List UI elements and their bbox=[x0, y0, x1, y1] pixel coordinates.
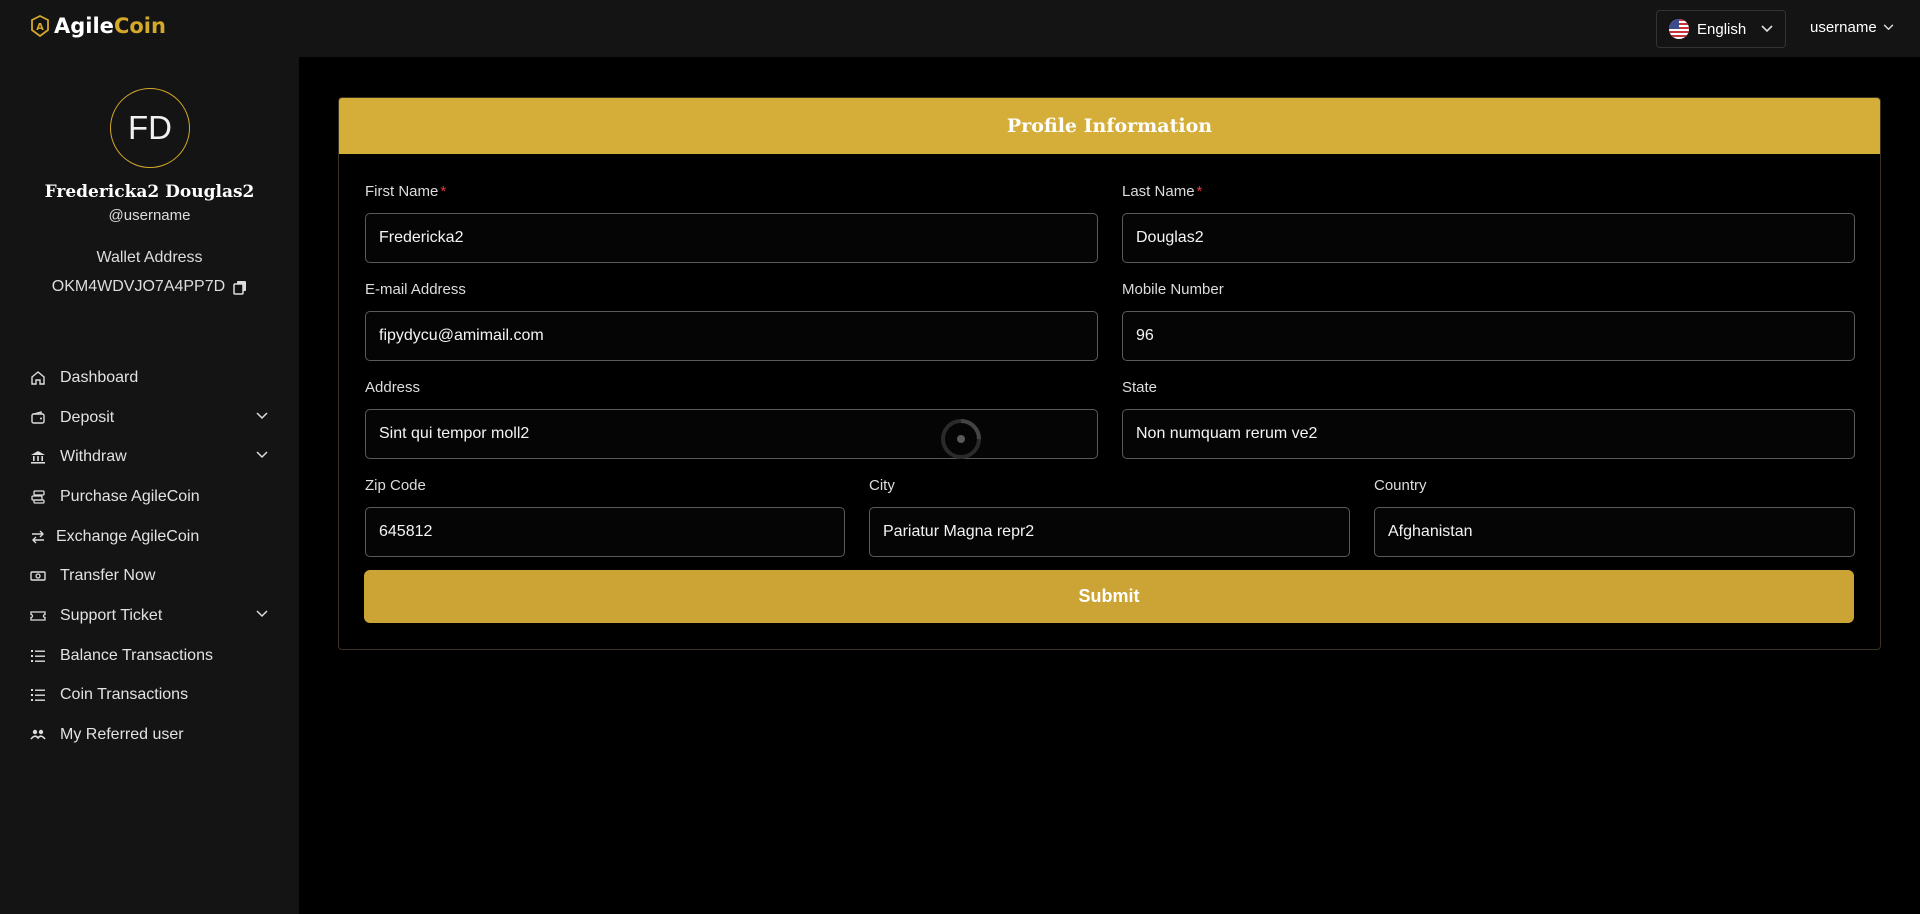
last-name-field[interactable]: Douglas2 bbox=[1122, 213, 1855, 263]
brand-logo[interactable]: A Agile Coin bbox=[30, 14, 166, 38]
city-value: Pariatur Magna repr2 bbox=[883, 523, 1035, 540]
zip-code-value: 645812 bbox=[379, 523, 433, 540]
us-flag-icon bbox=[1669, 19, 1689, 39]
wallet-address-label: Wallet Address bbox=[96, 249, 203, 266]
country-value: Afghanistan bbox=[1388, 523, 1473, 540]
logo-icon: A bbox=[31, 15, 49, 37]
sidebar-item-support-ticket[interactable]: Support Ticket bbox=[0, 596, 299, 636]
city-label: City bbox=[869, 477, 895, 494]
avatar: FD bbox=[110, 88, 190, 168]
chevron-down-icon bbox=[1761, 25, 1773, 33]
sidebar-item-label: My Referred user bbox=[60, 726, 184, 744]
mobile-number-label: Mobile Number bbox=[1122, 281, 1224, 298]
wallet-address-value: OKM4WDVJO7A4PP7D bbox=[51, 278, 226, 295]
sidebar-item-transfer-now[interactable]: Transfer Now bbox=[0, 556, 299, 596]
mobile-number-value: 96 bbox=[1136, 327, 1154, 344]
address-field[interactable]: Sint qui tempor moll2 bbox=[365, 409, 1098, 459]
sidebar-item-label: Dashboard bbox=[60, 368, 139, 386]
sidebar-item-label: Withdraw bbox=[60, 448, 127, 466]
avatar-initials: FD bbox=[128, 109, 172, 146]
state-value: Non numquam rerum ve2 bbox=[1136, 425, 1318, 442]
sidebar-item-purchase-agilecoin[interactable]: Purchase AgileCoin bbox=[0, 477, 299, 517]
first-name-field[interactable]: Fredericka2 bbox=[365, 213, 1098, 263]
sidebar-item-label: Support Ticket bbox=[60, 606, 163, 624]
submit-button[interactable]: Submit bbox=[364, 570, 1854, 623]
first-name-label: First Name * bbox=[365, 183, 447, 200]
coins-icon bbox=[30, 489, 46, 505]
language-selector[interactable]: English bbox=[1656, 10, 1786, 48]
first-name-value: Fredericka2 bbox=[379, 229, 464, 246]
address-label: Address bbox=[365, 379, 421, 396]
country-label: Country bbox=[1374, 477, 1427, 494]
state-label: State bbox=[1122, 379, 1158, 396]
user-menu-label: username bbox=[1810, 19, 1877, 36]
ticket-icon bbox=[30, 608, 46, 624]
last-name-value: Douglas2 bbox=[1136, 229, 1204, 246]
sidebar-item-label: Purchase AgileCoin bbox=[60, 487, 200, 505]
sidebar-item-exchange-agilecoin[interactable]: Exchange AgileCoin bbox=[0, 517, 299, 557]
chevron-down-icon bbox=[256, 610, 268, 618]
last-name-label: Last Name * bbox=[1122, 183, 1203, 200]
profile-name: Fredericka2 Douglas2 bbox=[44, 182, 255, 202]
exchange-icon bbox=[30, 529, 46, 545]
email-label: E-mail Address bbox=[365, 281, 466, 298]
language-label: English bbox=[1697, 20, 1747, 38]
sidebar-item-withdraw[interactable]: Withdraw bbox=[0, 437, 299, 477]
brand-name-part2: Coin bbox=[113, 14, 166, 38]
loading-spinner-icon bbox=[941, 419, 981, 459]
sidebar-item-my-referred-user[interactable]: My Referred user bbox=[0, 715, 299, 755]
money-icon bbox=[30, 568, 46, 584]
sidebar-item-label: Balance Transactions bbox=[60, 646, 213, 664]
profile-handle: @username bbox=[108, 207, 191, 224]
zip-code-label: Zip Code bbox=[365, 477, 426, 494]
sidebar-item-deposit[interactable]: Deposit bbox=[0, 398, 299, 438]
top-bar: A Agile Coin English username bbox=[0, 0, 1920, 57]
user-menu[interactable]: username bbox=[1810, 19, 1894, 36]
email-value: fipydycu@amimail.com bbox=[379, 327, 544, 344]
required-marker: * bbox=[440, 183, 447, 200]
country-field[interactable]: Afghanistan bbox=[1374, 507, 1855, 557]
home-icon bbox=[30, 370, 46, 386]
sidebar-item-coin-transactions[interactable]: Coin Transactions bbox=[0, 676, 299, 716]
chevron-down-icon bbox=[256, 412, 268, 419]
zip-code-field[interactable]: 645812 bbox=[365, 507, 845, 557]
state-field[interactable]: Non numquam rerum ve2 bbox=[1122, 409, 1855, 459]
sidebar-item-label: Transfer Now bbox=[60, 567, 156, 585]
sidebar-item-dashboard[interactable]: Dashboard bbox=[0, 358, 299, 398]
sidebar: FD Fredericka2 Douglas2 @username Wallet… bbox=[0, 57, 299, 914]
list-icon bbox=[30, 648, 46, 664]
address-value: Sint qui tempor moll2 bbox=[379, 425, 530, 442]
copy-icon[interactable] bbox=[233, 280, 247, 295]
bank-icon bbox=[30, 449, 46, 465]
wallet-address: OKM4WDVJO7A4PP7D bbox=[0, 278, 299, 296]
users-icon bbox=[30, 727, 46, 743]
sidebar-item-label: Deposit bbox=[60, 408, 115, 426]
required-marker: * bbox=[1196, 183, 1203, 200]
email-field[interactable]: fipydycu@amimail.com bbox=[365, 311, 1098, 361]
card-title: Profile Information bbox=[1006, 115, 1213, 137]
chevron-down-icon bbox=[1883, 24, 1894, 31]
sidebar-item-balance-transactions[interactable]: Balance Transactions bbox=[0, 636, 299, 676]
brand-name-part1: Agile bbox=[54, 14, 114, 38]
chevron-down-icon bbox=[256, 451, 268, 459]
sidebar-item-label: Coin Transactions bbox=[60, 686, 189, 704]
mobile-number-field[interactable]: 96 bbox=[1122, 311, 1855, 361]
list-icon bbox=[30, 687, 46, 703]
sidebar-nav: Dashboard Deposit Withdraw Purchase Agil… bbox=[0, 358, 299, 755]
svg-text:A: A bbox=[36, 22, 44, 33]
wallet-icon bbox=[30, 410, 46, 426]
profile-card: Profile Information First Name * Frederic… bbox=[338, 97, 1881, 650]
city-field[interactable]: Pariatur Magna repr2 bbox=[869, 507, 1350, 557]
sidebar-item-label: Exchange AgileCoin bbox=[56, 527, 200, 545]
card-header: Profile Information bbox=[339, 98, 1880, 154]
